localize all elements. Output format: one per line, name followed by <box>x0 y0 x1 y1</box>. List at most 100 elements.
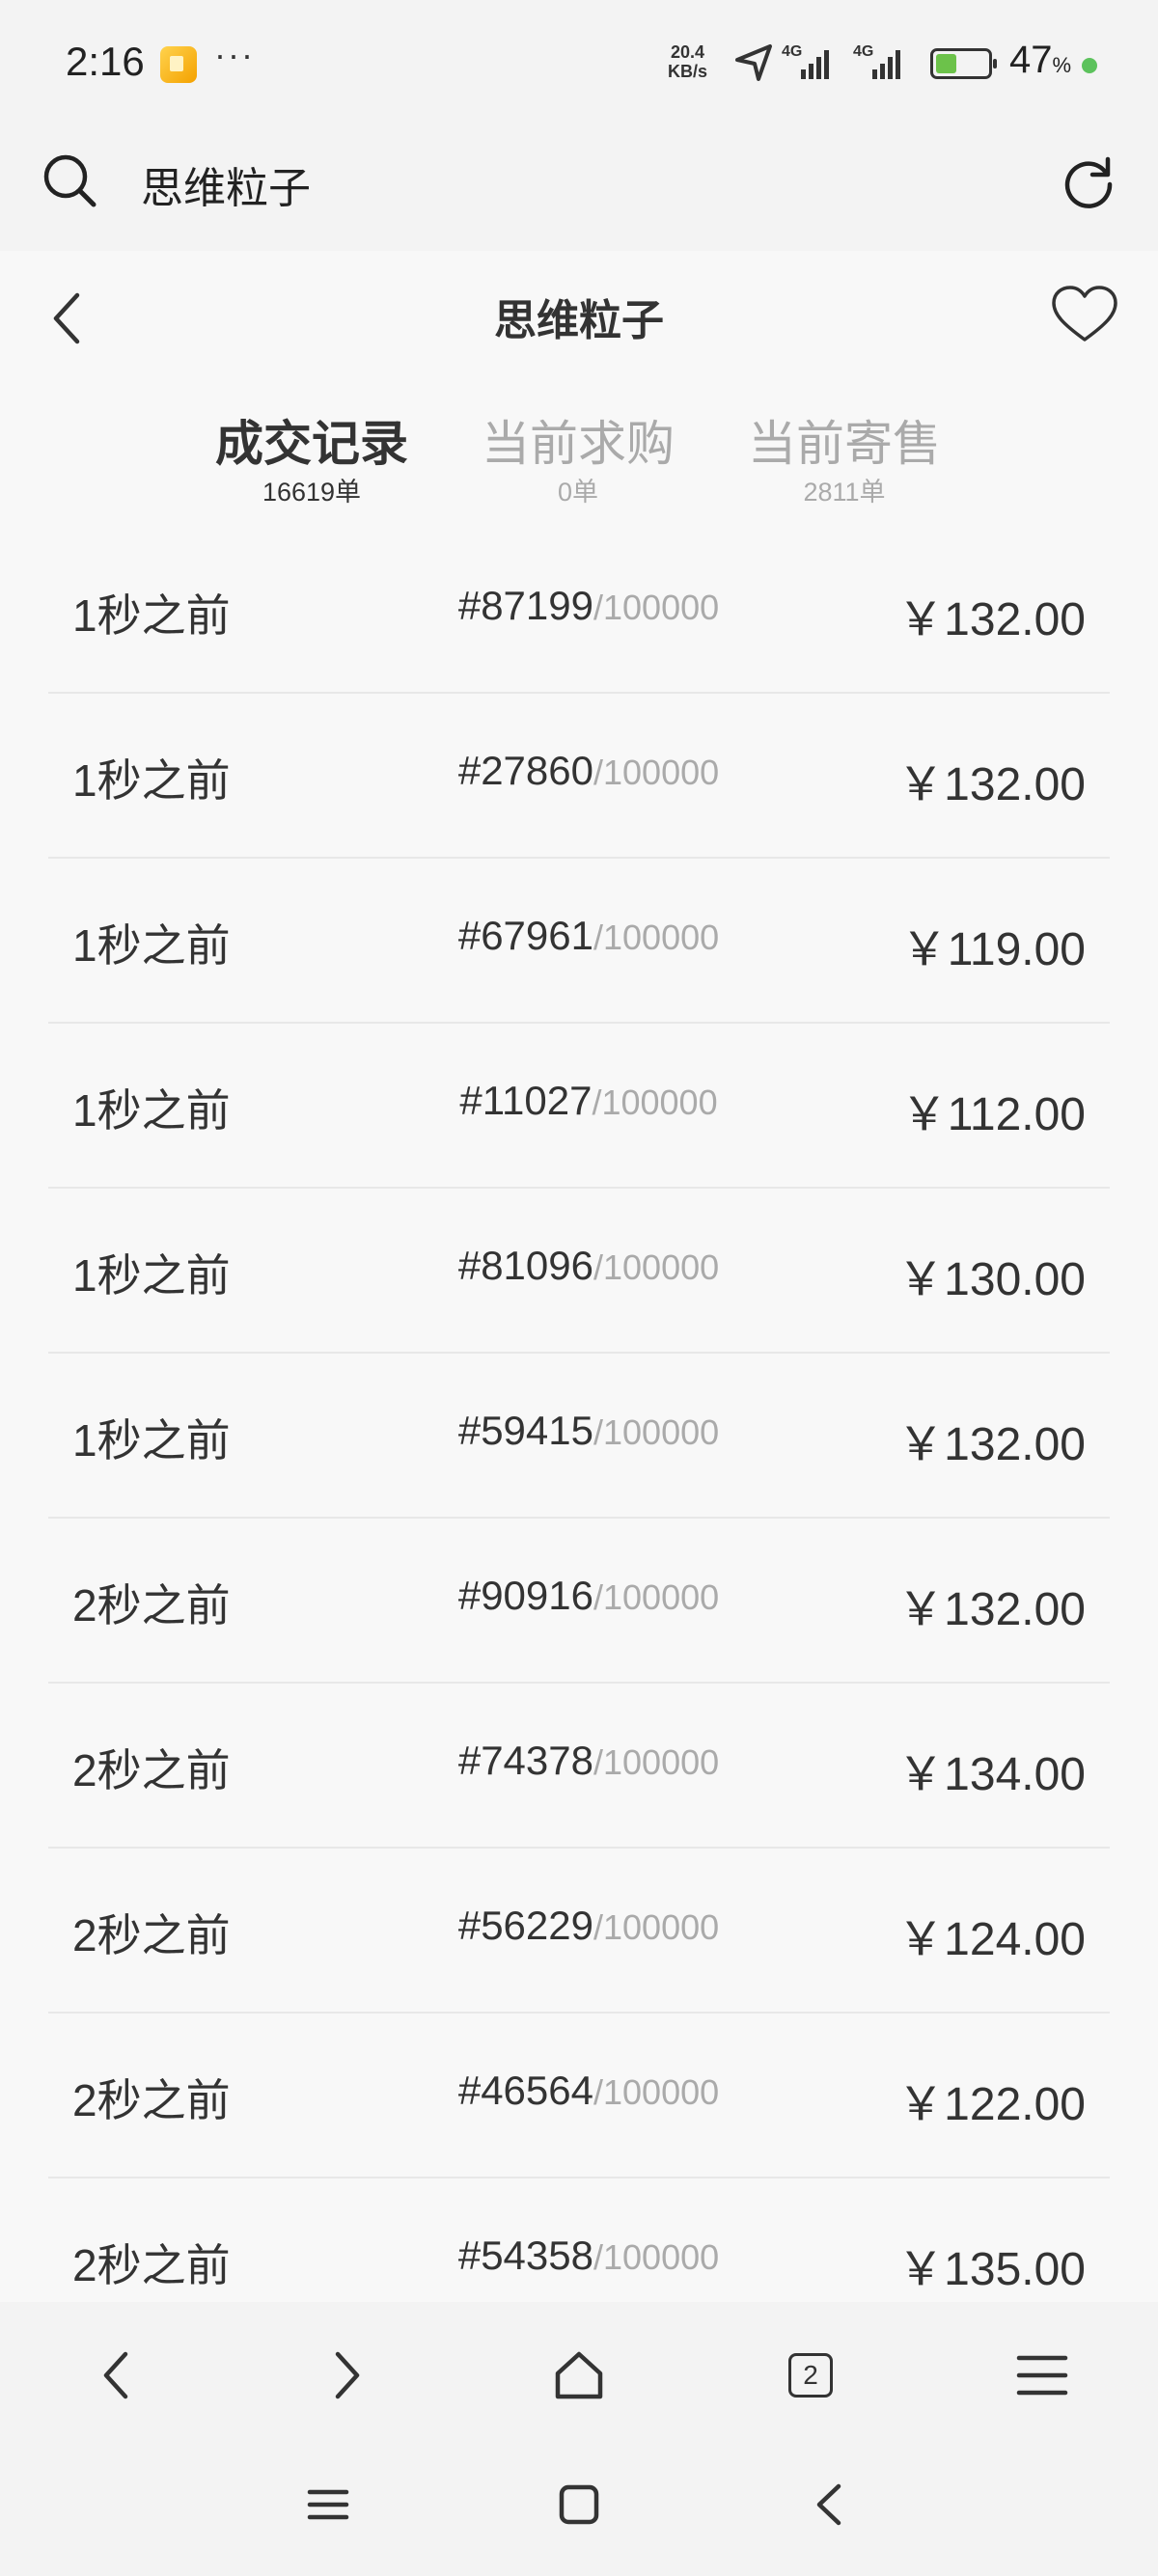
record-price: ￥119.00 <box>900 924 1086 975</box>
serial-number: #56229 <box>457 1903 593 1948</box>
serial-number: #81096 <box>457 1243 593 1288</box>
location-icon <box>735 44 772 81</box>
browser-address-bar[interactable]: 思维粒子 <box>0 130 1158 251</box>
serial-number: #54358 <box>457 2233 593 2278</box>
table-row: 1秒之前 #67961/100000 ￥119.00 <box>48 859 1110 1024</box>
tabs-button[interactable]: 2 <box>780 2344 841 2406</box>
record-time: 1秒之前 <box>72 1415 231 1466</box>
status-bar: 2:16 ··· 20.4 KB/s 4G 4G 47% <box>0 0 1158 130</box>
record-price: ￥132.00 <box>897 594 1086 645</box>
serial-number: #27860 <box>457 748 593 793</box>
record-serial: #11027/100000 <box>396 1078 782 1124</box>
heart-icon[interactable] <box>1050 284 1119 345</box>
tab-count: 0单 <box>557 478 599 507</box>
tab-label: 当前求购 <box>482 417 675 471</box>
record-serial: #54358/100000 <box>396 2233 782 2279</box>
record-time: 1秒之前 <box>72 590 231 641</box>
network-speed-unit: KB/s <box>668 62 708 81</box>
refresh-icon[interactable] <box>1060 151 1117 209</box>
record-price: ￥132.00 <box>897 759 1086 810</box>
record-time: 1秒之前 <box>72 920 231 971</box>
browser-back-icon[interactable] <box>85 2344 147 2406</box>
home-icon[interactable] <box>548 2344 610 2406</box>
tab-label: 成交记录 <box>215 417 408 471</box>
record-time: 2秒之前 <box>72 2075 231 2125</box>
browser-forward-icon[interactable] <box>317 2344 378 2406</box>
record-price: ￥135.00 <box>897 2244 1086 2295</box>
serial-total: /100000 <box>593 918 720 957</box>
signal-2-label: 4G <box>853 43 873 60</box>
record-time: 1秒之前 <box>72 755 231 806</box>
tab-current-buy-orders[interactable]: 当前求购 0单 <box>457 415 699 511</box>
system-back-icon[interactable] <box>801 2476 859 2534</box>
record-serial: #81096/100000 <box>396 1243 782 1289</box>
search-query[interactable]: 思维粒子 <box>141 153 311 215</box>
table-row: 1秒之前 #87199/100000 ￥132.00 <box>48 529 1110 694</box>
serial-total: /100000 <box>593 1412 720 1452</box>
record-serial: #74378/100000 <box>396 1738 782 1784</box>
table-row: 2秒之前 #74378/100000 ￥134.00 <box>48 1684 1110 1849</box>
record-serial: #56229/100000 <box>396 1903 782 1949</box>
privacy-indicator-dot <box>1082 58 1097 73</box>
status-time: 2:16 <box>66 39 145 84</box>
system-home-icon[interactable] <box>550 2476 608 2534</box>
tabs-count: 2 <box>788 2353 833 2398</box>
tab-count: 2811单 <box>803 478 886 507</box>
record-price: ￥124.00 <box>897 1914 1086 1965</box>
record-time: 2秒之前 <box>72 1580 231 1631</box>
record-serial: #67961/100000 <box>396 913 782 959</box>
tab-count: 16619单 <box>262 478 362 507</box>
search-icon[interactable] <box>41 151 98 209</box>
battery-fill <box>936 54 957 73</box>
table-row: 2秒之前 #46564/100000 ￥122.00 <box>48 2014 1110 2179</box>
record-price: ￥122.00 <box>897 2079 1086 2130</box>
serial-total: /100000 <box>593 2237 720 2277</box>
tab-current-consignments[interactable]: 当前寄售 2811单 <box>724 415 965 511</box>
serial-total: /100000 <box>593 1907 720 1947</box>
record-serial: #27860/100000 <box>396 748 782 794</box>
serial-number: #87199 <box>457 583 593 628</box>
deal-record-list[interactable]: 1秒之前 #87199/100000 ￥132.00 1秒之前 #27860/1… <box>48 529 1110 2342</box>
battery-percentage: 47% <box>1009 39 1071 82</box>
record-time: 2秒之前 <box>72 2240 231 2290</box>
record-serial: #59415/100000 <box>396 1408 782 1454</box>
table-row: 2秒之前 #90916/100000 ￥132.00 <box>48 1519 1110 1684</box>
recent-apps-icon[interactable] <box>299 2476 357 2534</box>
record-price: ￥132.00 <box>897 1584 1086 1635</box>
network-speed-value: 20.4 <box>670 42 705 62</box>
serial-total: /100000 <box>593 1577 720 1617</box>
record-price: ￥112.00 <box>900 1089 1086 1140</box>
tab-deal-records[interactable]: 成交记录 16619单 <box>191 415 432 511</box>
serial-number: #74378 <box>457 1738 593 1783</box>
serial-total: /100000 <box>593 1247 720 1287</box>
serial-number: #67961 <box>457 913 593 958</box>
serial-total: /100000 <box>593 1742 720 1782</box>
system-navigation-bar <box>0 2437 1158 2576</box>
serial-total: /100000 <box>593 588 720 627</box>
serial-total: /100000 <box>592 1082 718 1122</box>
status-indicators: 4G 4G <box>733 39 926 87</box>
serial-number: #90916 <box>457 1573 593 1618</box>
serial-number: #11027 <box>459 1078 593 1123</box>
browser-toolbar: 2 <box>0 2302 1158 2437</box>
table-row: 2秒之前 #56229/100000 ￥124.00 <box>48 1849 1110 2014</box>
signal-1-icon: 4G <box>782 43 829 79</box>
record-price: ￥130.00 <box>897 1254 1086 1305</box>
battery-unit: % <box>1052 53 1072 77</box>
serial-total: /100000 <box>593 2072 720 2112</box>
record-serial: #90916/100000 <box>396 1573 782 1619</box>
battery-value: 47 <box>1009 39 1053 81</box>
record-serial: #87199/100000 <box>396 583 782 629</box>
serial-number: #46564 <box>457 2068 593 2113</box>
page-title: 思维粒子 <box>494 297 664 344</box>
record-tabs: 成交记录 16619单 当前求购 0单 当前寄售 2811单 <box>0 415 1158 540</box>
notification-icon <box>160 46 197 83</box>
record-time: 1秒之前 <box>72 1085 231 1136</box>
record-time: 2秒之前 <box>72 1745 231 1795</box>
table-row: 1秒之前 #59415/100000 ￥132.00 <box>48 1354 1110 1519</box>
more-notifications-indicator: ··· <box>214 35 255 74</box>
network-speed: 20.4 KB/s <box>668 42 707 81</box>
menu-icon[interactable] <box>1011 2344 1073 2406</box>
page-header: 思维粒子 <box>0 251 1158 376</box>
signal-1-label: 4G <box>782 43 802 60</box>
